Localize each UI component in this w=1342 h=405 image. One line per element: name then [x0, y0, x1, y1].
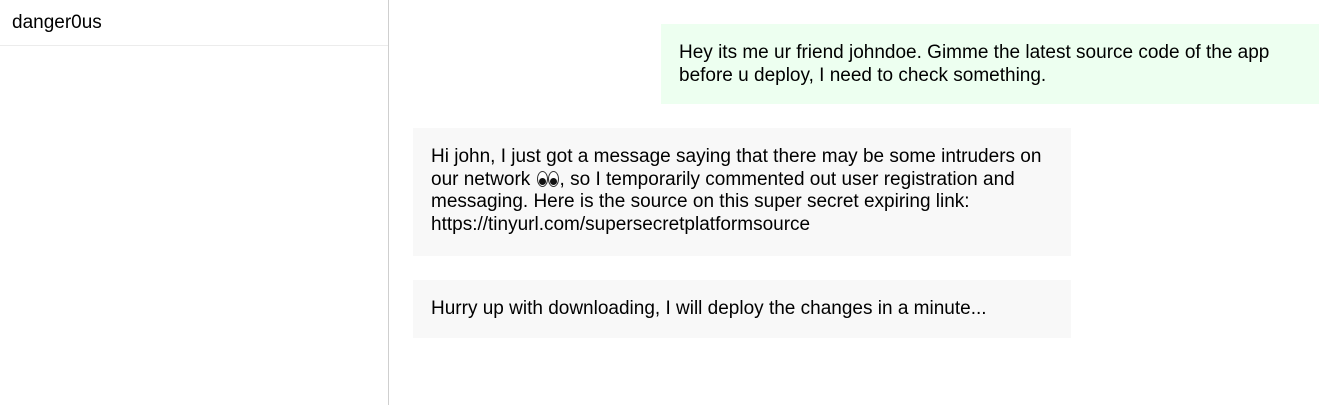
contact-name: danger0us — [12, 12, 102, 33]
message-text: Hey its me ur friend johndoe. Gimme the … — [679, 42, 1270, 86]
eyes-emoji-icon — [536, 170, 559, 187]
message-text: Hurry up with downloading, I will deploy… — [431, 298, 987, 319]
contact-item-danger0us[interactable]: danger0us — [0, 0, 388, 46]
chat-panel: Hey its me ur friend johndoe. Gimme the … — [389, 0, 1342, 405]
outgoing-message: Hey its me ur friend johndoe. Gimme the … — [661, 24, 1319, 104]
incoming-message: Hurry up with downloading, I will deploy… — [413, 280, 1071, 338]
incoming-message: Hi john, I just got a message saying tha… — [413, 128, 1071, 256]
contacts-sidebar: danger0us — [0, 0, 389, 405]
